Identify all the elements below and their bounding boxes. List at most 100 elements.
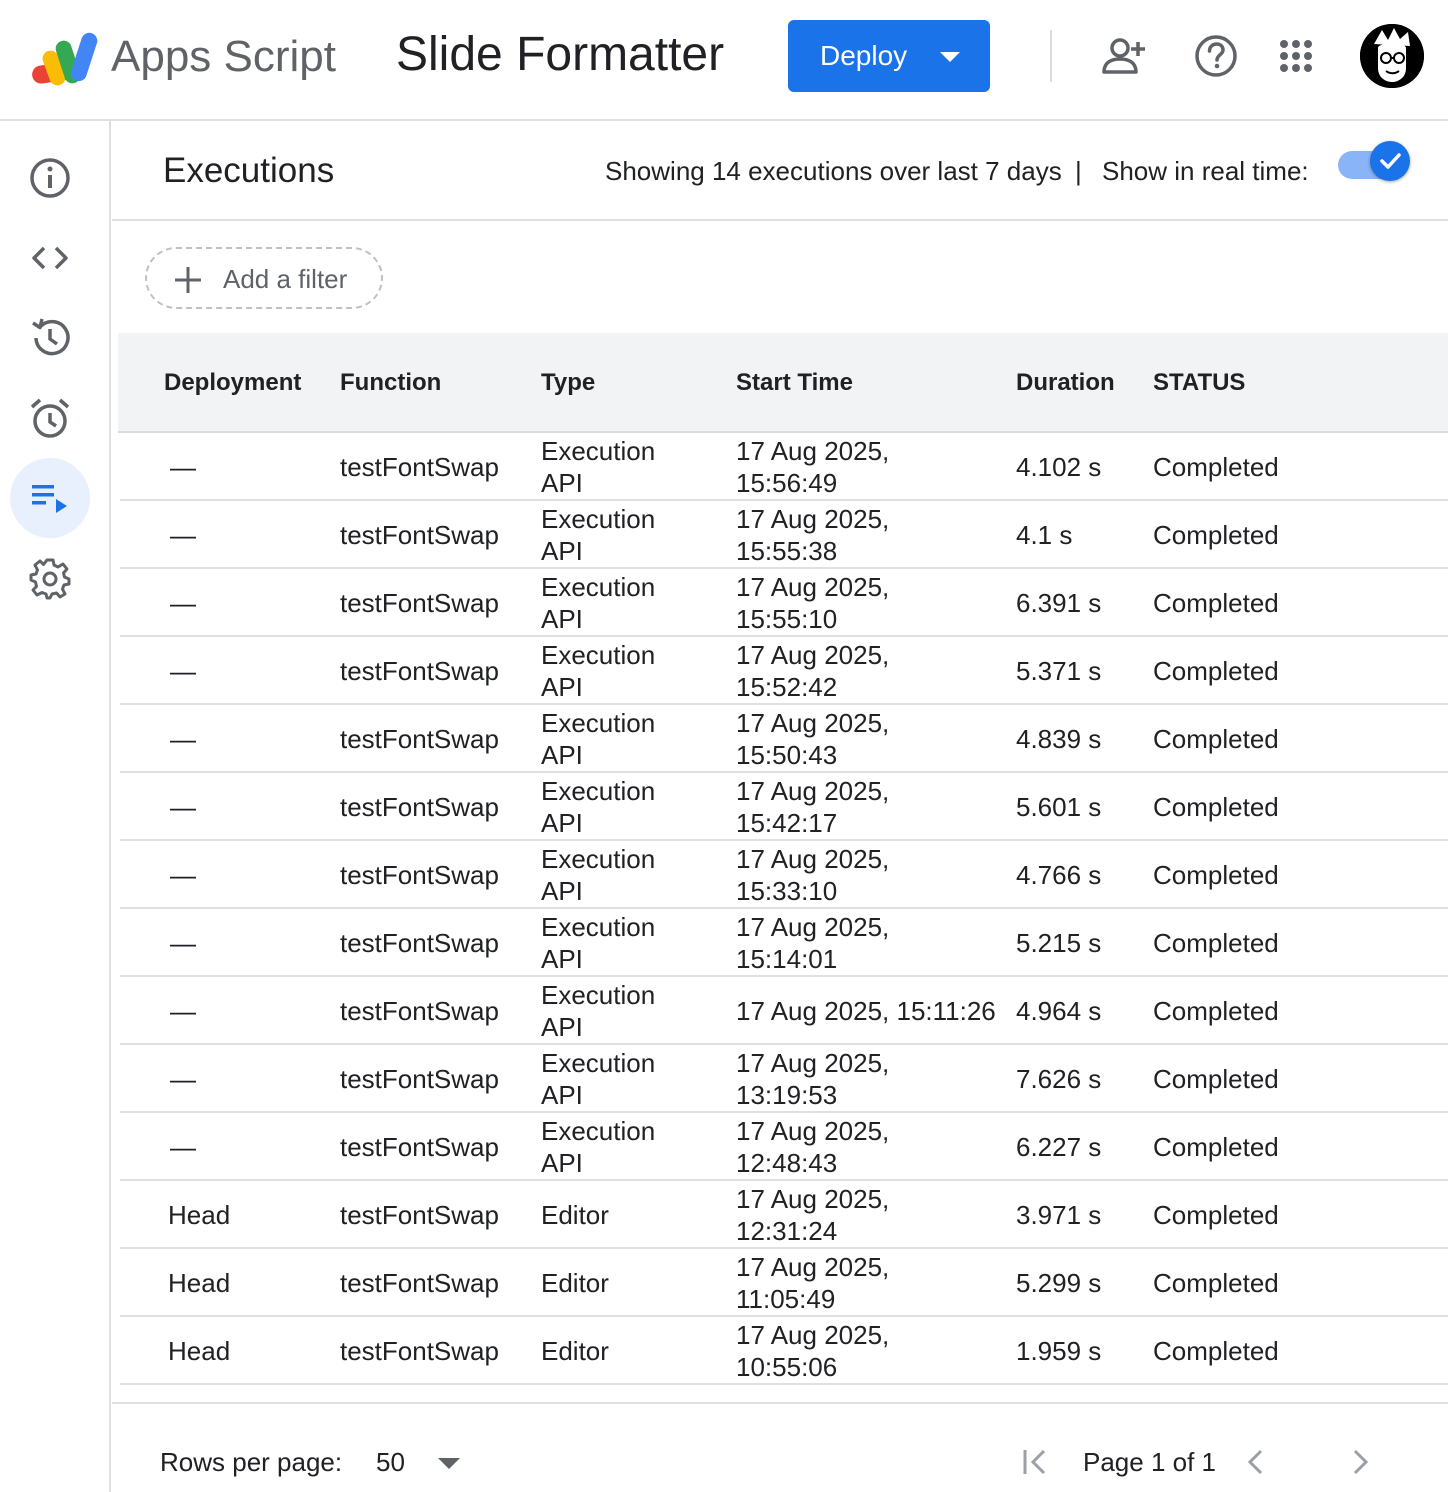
cell-type: Execution API (541, 775, 655, 839)
table-row[interactable]: — testFontSwap Execution API 17 Aug 2025, 13:… (120, 1045, 1448, 1113)
cell-deployment: Head (168, 1200, 231, 1230)
cell-type-line: Execution (541, 776, 656, 806)
cell-status: Completed (1153, 1268, 1279, 1298)
next-page-icon[interactable] (1342, 1444, 1378, 1480)
chevron-down-icon[interactable] (438, 1458, 460, 1469)
help-icon[interactable] (1192, 32, 1240, 80)
cell-deployment: — (170, 588, 196, 618)
column-header-function[interactable]: Function (340, 367, 441, 399)
column-header-duration[interactable]: Duration (1016, 367, 1115, 399)
cell-duration: 4.766 s (1016, 860, 1102, 890)
cell-type: Execution API (541, 571, 655, 635)
table-row[interactable]: — testFontSwap Execution API 17 Aug 2025, 15:… (120, 841, 1448, 909)
table-row[interactable]: Head testFontSwap Editor 17 Aug 2025, 11:05:… (120, 1249, 1448, 1317)
sidebar (0, 121, 111, 1492)
cell-type-line: Execution (541, 912, 656, 942)
column-header-type[interactable]: Type (541, 367, 595, 399)
cell-duration: 5.371 s (1016, 656, 1102, 686)
column-header-status[interactable]: STATUS (1153, 367, 1245, 399)
table-row[interactable]: Head testFontSwap Editor 17 Aug 2025, 10:55:… (120, 1317, 1448, 1385)
cell-status: Completed (1153, 1064, 1279, 1094)
cell-status: Completed (1153, 588, 1279, 618)
gear-icon (29, 558, 71, 600)
cell-function: testFontSwap (340, 656, 499, 686)
cell-deployment: — (170, 996, 196, 1026)
cell-start-time: 17 Aug 2025, 10:55:06 (736, 1319, 889, 1383)
sidebar-item-executions[interactable] (10, 458, 90, 538)
summary-separator: | (1075, 156, 1082, 186)
sidebar-item-overview[interactable] (10, 138, 90, 218)
cell-status: Completed (1153, 928, 1279, 958)
cell-duration: 4.839 s (1016, 724, 1102, 754)
cell-function: testFontSwap (340, 860, 499, 890)
cell-type-line: Execution (541, 1116, 656, 1146)
table-row[interactable]: Head testFontSwap Editor 17 Aug 2025, 12:31:… (120, 1181, 1448, 1249)
cell-type-line: Execution (541, 708, 656, 738)
table-row[interactable]: — testFontSwap Execution API 17 Aug 2025, 15:… (120, 705, 1448, 773)
chevron-down-icon[interactable] (940, 52, 960, 62)
cell-type-line: Execution (541, 640, 656, 670)
cell-function: testFontSwap (340, 928, 499, 958)
cell-type: Execution API (541, 843, 655, 907)
cell-start-time: 17 Aug 2025, 15:50:43 (736, 707, 889, 771)
table-row[interactable]: — testFontSwap Execution API 17 Aug 2025, 15:… (120, 909, 1448, 977)
cell-start-time-line: 17 Aug 2025, (736, 1252, 890, 1282)
sidebar-item-settings[interactable] (10, 538, 90, 618)
cell-type: Editor (541, 1267, 609, 1299)
rows-per-page-select[interactable]: 50 (376, 1446, 405, 1478)
sidebar-item-editor[interactable] (10, 218, 90, 298)
cell-type-line: Editor (541, 1268, 609, 1298)
column-header-start-time[interactable]: Start Time (736, 367, 853, 399)
cell-start-time-line: 15:33:10 (736, 876, 838, 906)
apps-grid-icon[interactable] (1272, 32, 1320, 80)
realtime-toggle-knob[interactable] (1370, 141, 1410, 181)
table-row[interactable]: — testFontSwap Execution API 17 Aug 2025, 15:… (120, 637, 1448, 705)
cell-type-line: Execution (541, 980, 656, 1010)
deploy-button[interactable]: Deploy (788, 20, 990, 92)
column-header-deployment[interactable]: Deployment (164, 367, 301, 399)
cell-function: testFontSwap (340, 1200, 499, 1230)
cell-start-time-line: 15:52:42 (736, 672, 838, 702)
cell-deployment: — (170, 724, 196, 754)
cell-start-time: 17 Aug 2025, 15:52:42 (736, 639, 889, 703)
apps-script-logo[interactable] (30, 30, 100, 88)
avatar[interactable] (1360, 24, 1424, 88)
top-bar: Apps Script Slide Formatter Deploy (0, 0, 1448, 121)
cell-type-line: API (541, 876, 583, 906)
cell-function: testFontSwap (340, 1132, 499, 1162)
cell-type: Editor (541, 1199, 609, 1231)
previous-page-icon[interactable] (1238, 1444, 1274, 1480)
cell-start-time: 17 Aug 2025, 15:14:01 (736, 911, 889, 975)
table-row[interactable]: — testFontSwap Execution API 17 Aug 2025, 15:… (120, 569, 1448, 637)
executions-icon (32, 485, 67, 513)
app-name: Apps Script (111, 32, 336, 81)
project-title[interactable]: Slide Formatter (396, 28, 724, 82)
cell-type-line: API (541, 1148, 583, 1178)
cell-start-time: 17 Aug 2025, 15:42:17 (736, 775, 889, 839)
cell-type-line: API (541, 740, 583, 770)
cell-type-line: Editor (541, 1200, 609, 1230)
table-row[interactable]: — testFontSwap Execution API 17 Aug 2025, 15… (120, 977, 1448, 1045)
cell-type-line: API (541, 672, 583, 702)
table-row[interactable]: — testFontSwap Execution API 17 Aug 2025, 15:… (120, 501, 1448, 569)
first-page-icon[interactable] (1018, 1444, 1054, 1480)
table-row[interactable]: — testFontSwap Execution API 17 Aug 2025, 12:… (120, 1113, 1448, 1181)
cell-type-line: Execution (541, 844, 656, 874)
sidebar-item-project-history[interactable] (10, 298, 90, 378)
add-person-icon[interactable] (1100, 32, 1148, 80)
cell-type-line: API (541, 468, 583, 498)
cell-type-line: API (541, 1080, 583, 1110)
sidebar-item-triggers[interactable] (10, 378, 90, 458)
cell-duration: 4.1 s (1016, 520, 1073, 550)
cell-function: testFontSwap (340, 520, 499, 550)
cell-deployment: — (170, 928, 196, 958)
add-filter-button[interactable]: Add a filter (145, 247, 383, 309)
cell-deployment: — (170, 656, 196, 686)
table-row[interactable]: — testFontSwap Execution API 17 Aug 2025, 15:… (120, 433, 1448, 501)
cell-start-time: 17 Aug 2025, 12:31:24 (736, 1183, 889, 1247)
cell-status: Completed (1153, 1336, 1279, 1366)
cell-function: testFontSwap (340, 1336, 499, 1366)
cell-function: testFontSwap (340, 792, 499, 822)
avatar-image (1360, 24, 1424, 88)
table-row[interactable]: — testFontSwap Execution API 17 Aug 2025, 15:… (120, 773, 1448, 841)
